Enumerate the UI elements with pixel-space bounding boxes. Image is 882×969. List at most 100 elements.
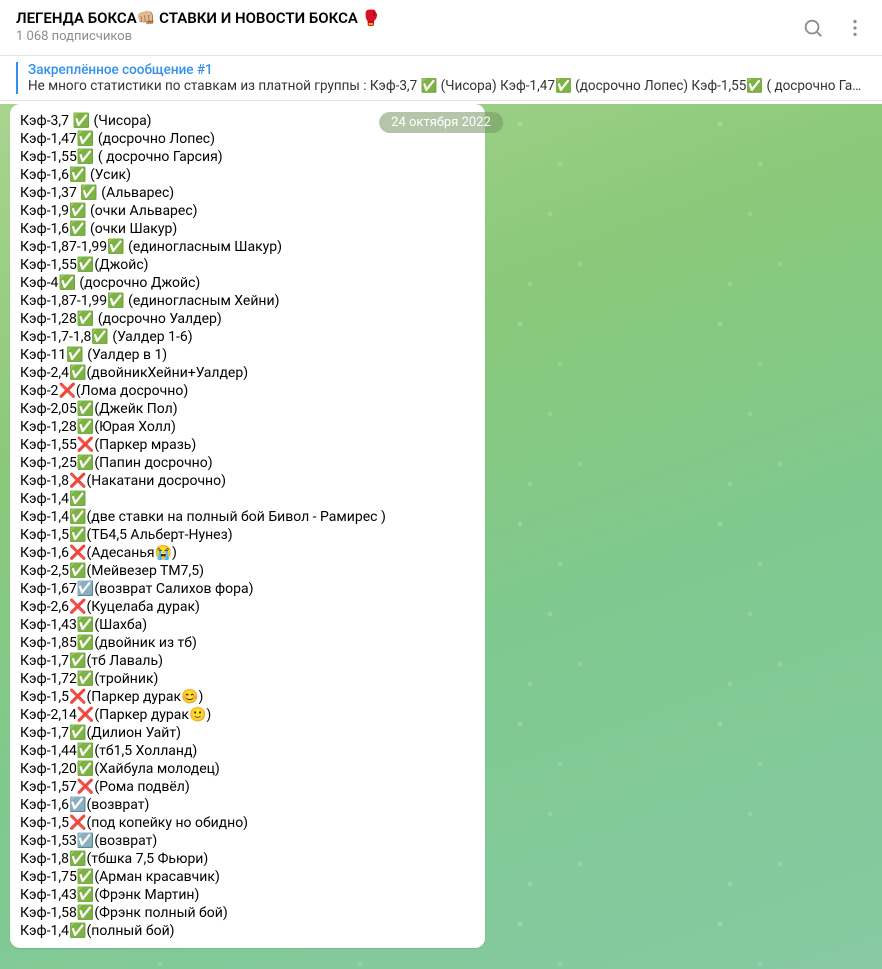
check-icon: ✅ xyxy=(69,509,86,525)
message-line: Кэф-2,4✅(двойникХейни+Уалдер) xyxy=(20,364,475,382)
line-coefficient: Кэф-1,8 xyxy=(20,473,69,489)
line-description: (Арман красавчик) xyxy=(94,869,219,885)
pinned-body: Закреплённое сообщение #1 Не много стати… xyxy=(28,62,866,94)
cross-icon: ❌ xyxy=(77,779,94,795)
line-description: (Фрэнк полный бой) xyxy=(94,905,227,921)
message-bubble[interactable]: Кэф-3,7 ✅ (Чисора)Кэф-1,47✅ (досрочно Ло… xyxy=(10,104,485,948)
line-coefficient: Кэф-2,14 xyxy=(20,707,77,723)
line-description: (возврат) xyxy=(87,797,150,813)
line-description: (Лома досрочно) xyxy=(76,383,188,399)
line-coefficient: Кэф-1,58 xyxy=(20,905,77,921)
line-description: (очки Шакур) xyxy=(87,221,178,237)
message-line: Кэф-1,53☑️(возврат) xyxy=(20,832,475,850)
message-line: Кэф-1,7✅(тб Лаваль) xyxy=(20,652,475,670)
sad-emoji-icon: 😭 xyxy=(155,545,172,561)
cross-icon: ❌ xyxy=(69,599,86,615)
message-line: Кэф-1,6✅ (очки Шакур) xyxy=(20,220,475,238)
message-line: Кэф-1,55❌(Паркер мразь) xyxy=(20,436,475,454)
line-coefficient: Кэф-1,72 xyxy=(20,671,77,687)
line-coefficient: Кэф-1,4 xyxy=(20,923,69,939)
neutral-icon: ☑️ xyxy=(77,581,94,597)
line-description: (досрочно Джойс) xyxy=(76,275,200,291)
cross-icon: ❌ xyxy=(69,473,86,489)
message-line: Кэф-1,8✅(тбшка 7,5 Фьюри) xyxy=(20,850,475,868)
message-line: Кэф-1,55✅ ( досрочно Гарсия) xyxy=(20,148,475,166)
line-coefficient: Кэф-1,5 xyxy=(20,689,69,705)
message-line: Кэф-1,85✅(двойник из тб) xyxy=(20,634,475,652)
line-coefficient: Кэф-2,05 xyxy=(20,401,77,417)
pinned-text: Не много статистики по ставкам из платно… xyxy=(28,78,866,94)
check-icon: ✅ xyxy=(77,905,94,921)
message-line: Кэф-1,5❌(Паркер дурак😊) xyxy=(20,688,475,706)
message-line: Кэф-1,28✅ (досрочно Уалдер) xyxy=(20,310,475,328)
check-icon: ✅ xyxy=(69,653,86,669)
date-divider: 24 октября 2022 xyxy=(379,112,503,133)
pinned-indicator xyxy=(16,62,18,94)
cross-icon: ❌ xyxy=(58,383,75,399)
pinned-message[interactable]: Закреплённое сообщение #1 Не много стати… xyxy=(0,56,882,101)
check-icon: ✅ xyxy=(69,851,86,867)
cross-icon: ❌ xyxy=(69,815,86,831)
line-coefficient: Кэф-1,55 xyxy=(20,257,77,273)
chat-subtitle: 1 068 подписчиков xyxy=(16,29,802,46)
line-coefficient: Кэф-1,87-1,99 xyxy=(20,293,107,309)
message-line: Кэф-2,5✅(Мейвезер ТМ7,5) xyxy=(20,562,475,580)
line-description: (Уалдер в 1) xyxy=(84,347,167,363)
line-coefficient: Кэф-4 xyxy=(20,275,58,291)
line-coefficient: Кэф-1,20 xyxy=(20,761,77,777)
check-icon: ✅ xyxy=(69,221,86,237)
line-description: (Шахба) xyxy=(94,617,147,633)
message-line: Кэф-1,9✅ (очки Альварес) xyxy=(20,202,475,220)
line-description: (Усик) xyxy=(87,167,131,183)
check-icon: ✅ xyxy=(69,725,86,741)
pinned-title: Закреплённое сообщение #1 xyxy=(28,62,866,78)
line-coefficient: Кэф-2,5 xyxy=(20,563,69,579)
check-icon: ✅ xyxy=(77,455,94,471)
line-coefficient: Кэф-1,5 xyxy=(20,527,69,543)
line-description: ( досрочно Гарсия) xyxy=(94,149,222,165)
line-tail: ) xyxy=(206,707,211,723)
line-description: (Дилион Уайт) xyxy=(87,725,181,741)
search-icon[interactable] xyxy=(802,17,824,39)
message-line: Кэф-1,6✅ (Усик) xyxy=(20,166,475,184)
message-line: Кэф-2,14❌(Паркер дурак🙂) xyxy=(20,706,475,724)
line-coefficient: Кэф-1,44 xyxy=(20,743,77,759)
line-description: (Чисора) xyxy=(90,113,152,129)
check-icon: ✅ xyxy=(69,491,86,507)
check-icon: ✅ xyxy=(91,329,108,345)
smirk-emoji-icon: 🙂 xyxy=(189,707,206,723)
line-description: (Паркер дурак xyxy=(94,707,189,723)
line-description: (единогласным Хейни) xyxy=(125,293,280,309)
line-coefficient: Кэф-1,57 xyxy=(20,779,77,795)
line-tail: ) xyxy=(172,545,177,561)
check-icon: ✅ xyxy=(77,131,94,147)
cross-icon: ❌ xyxy=(77,437,94,453)
line-coefficient: Кэф-11 xyxy=(20,347,66,363)
line-coefficient: Кэф-1,8 xyxy=(20,851,69,867)
line-coefficient: Кэф-1,25 xyxy=(20,455,77,471)
check-icon: ✅ xyxy=(77,419,94,435)
line-coefficient: Кэф-1,7 xyxy=(20,653,69,669)
chat-header-info[interactable]: ЛЕГЕНДА БОКСА👊🏼 СТАВКИ И НОВОСТИ БОКСА 🥊… xyxy=(16,9,802,45)
chat-background: 24 октября 2022 Кэф-3,7 ✅ (Чисора)Кэф-1,… xyxy=(0,104,882,969)
line-description: (досрочно Лопес) xyxy=(94,131,215,147)
line-description: (Хайбула молодец) xyxy=(94,761,219,777)
line-coefficient: Кэф-1,53 xyxy=(20,833,77,849)
line-description: (Рома подвёл) xyxy=(94,779,189,795)
message-line: Кэф-2,05✅(Джейк Пол) xyxy=(20,400,475,418)
message-line: Кэф-2❌(Лома досрочно) xyxy=(20,382,475,400)
message-line: Кэф-1,87-1,99✅ (единогласным Хейни) xyxy=(20,292,475,310)
check-icon: ✅ xyxy=(77,149,94,165)
more-icon[interactable] xyxy=(844,17,866,39)
message-line: Кэф-1,4✅(две ставки на полный бой Бивол … xyxy=(20,508,475,526)
check-icon: ✅ xyxy=(69,167,86,183)
message-line: Кэф-1,7✅(Дилион Уайт) xyxy=(20,724,475,742)
message-line: Кэф-1,28✅(Юрая Холл) xyxy=(20,418,475,436)
line-description: (двойник из тб) xyxy=(94,635,197,651)
check-icon: ✅ xyxy=(77,761,94,777)
message-line: Кэф-1,4✅ xyxy=(20,490,475,508)
line-description: (две ставки на полный бой Бивол - Рамире… xyxy=(87,509,386,525)
check-icon: ✅ xyxy=(66,347,83,363)
chat-title: ЛЕГЕНДА БОКСА👊🏼 СТАВКИ И НОВОСТИ БОКСА 🥊 xyxy=(16,9,802,29)
cross-icon: ❌ xyxy=(77,707,94,723)
